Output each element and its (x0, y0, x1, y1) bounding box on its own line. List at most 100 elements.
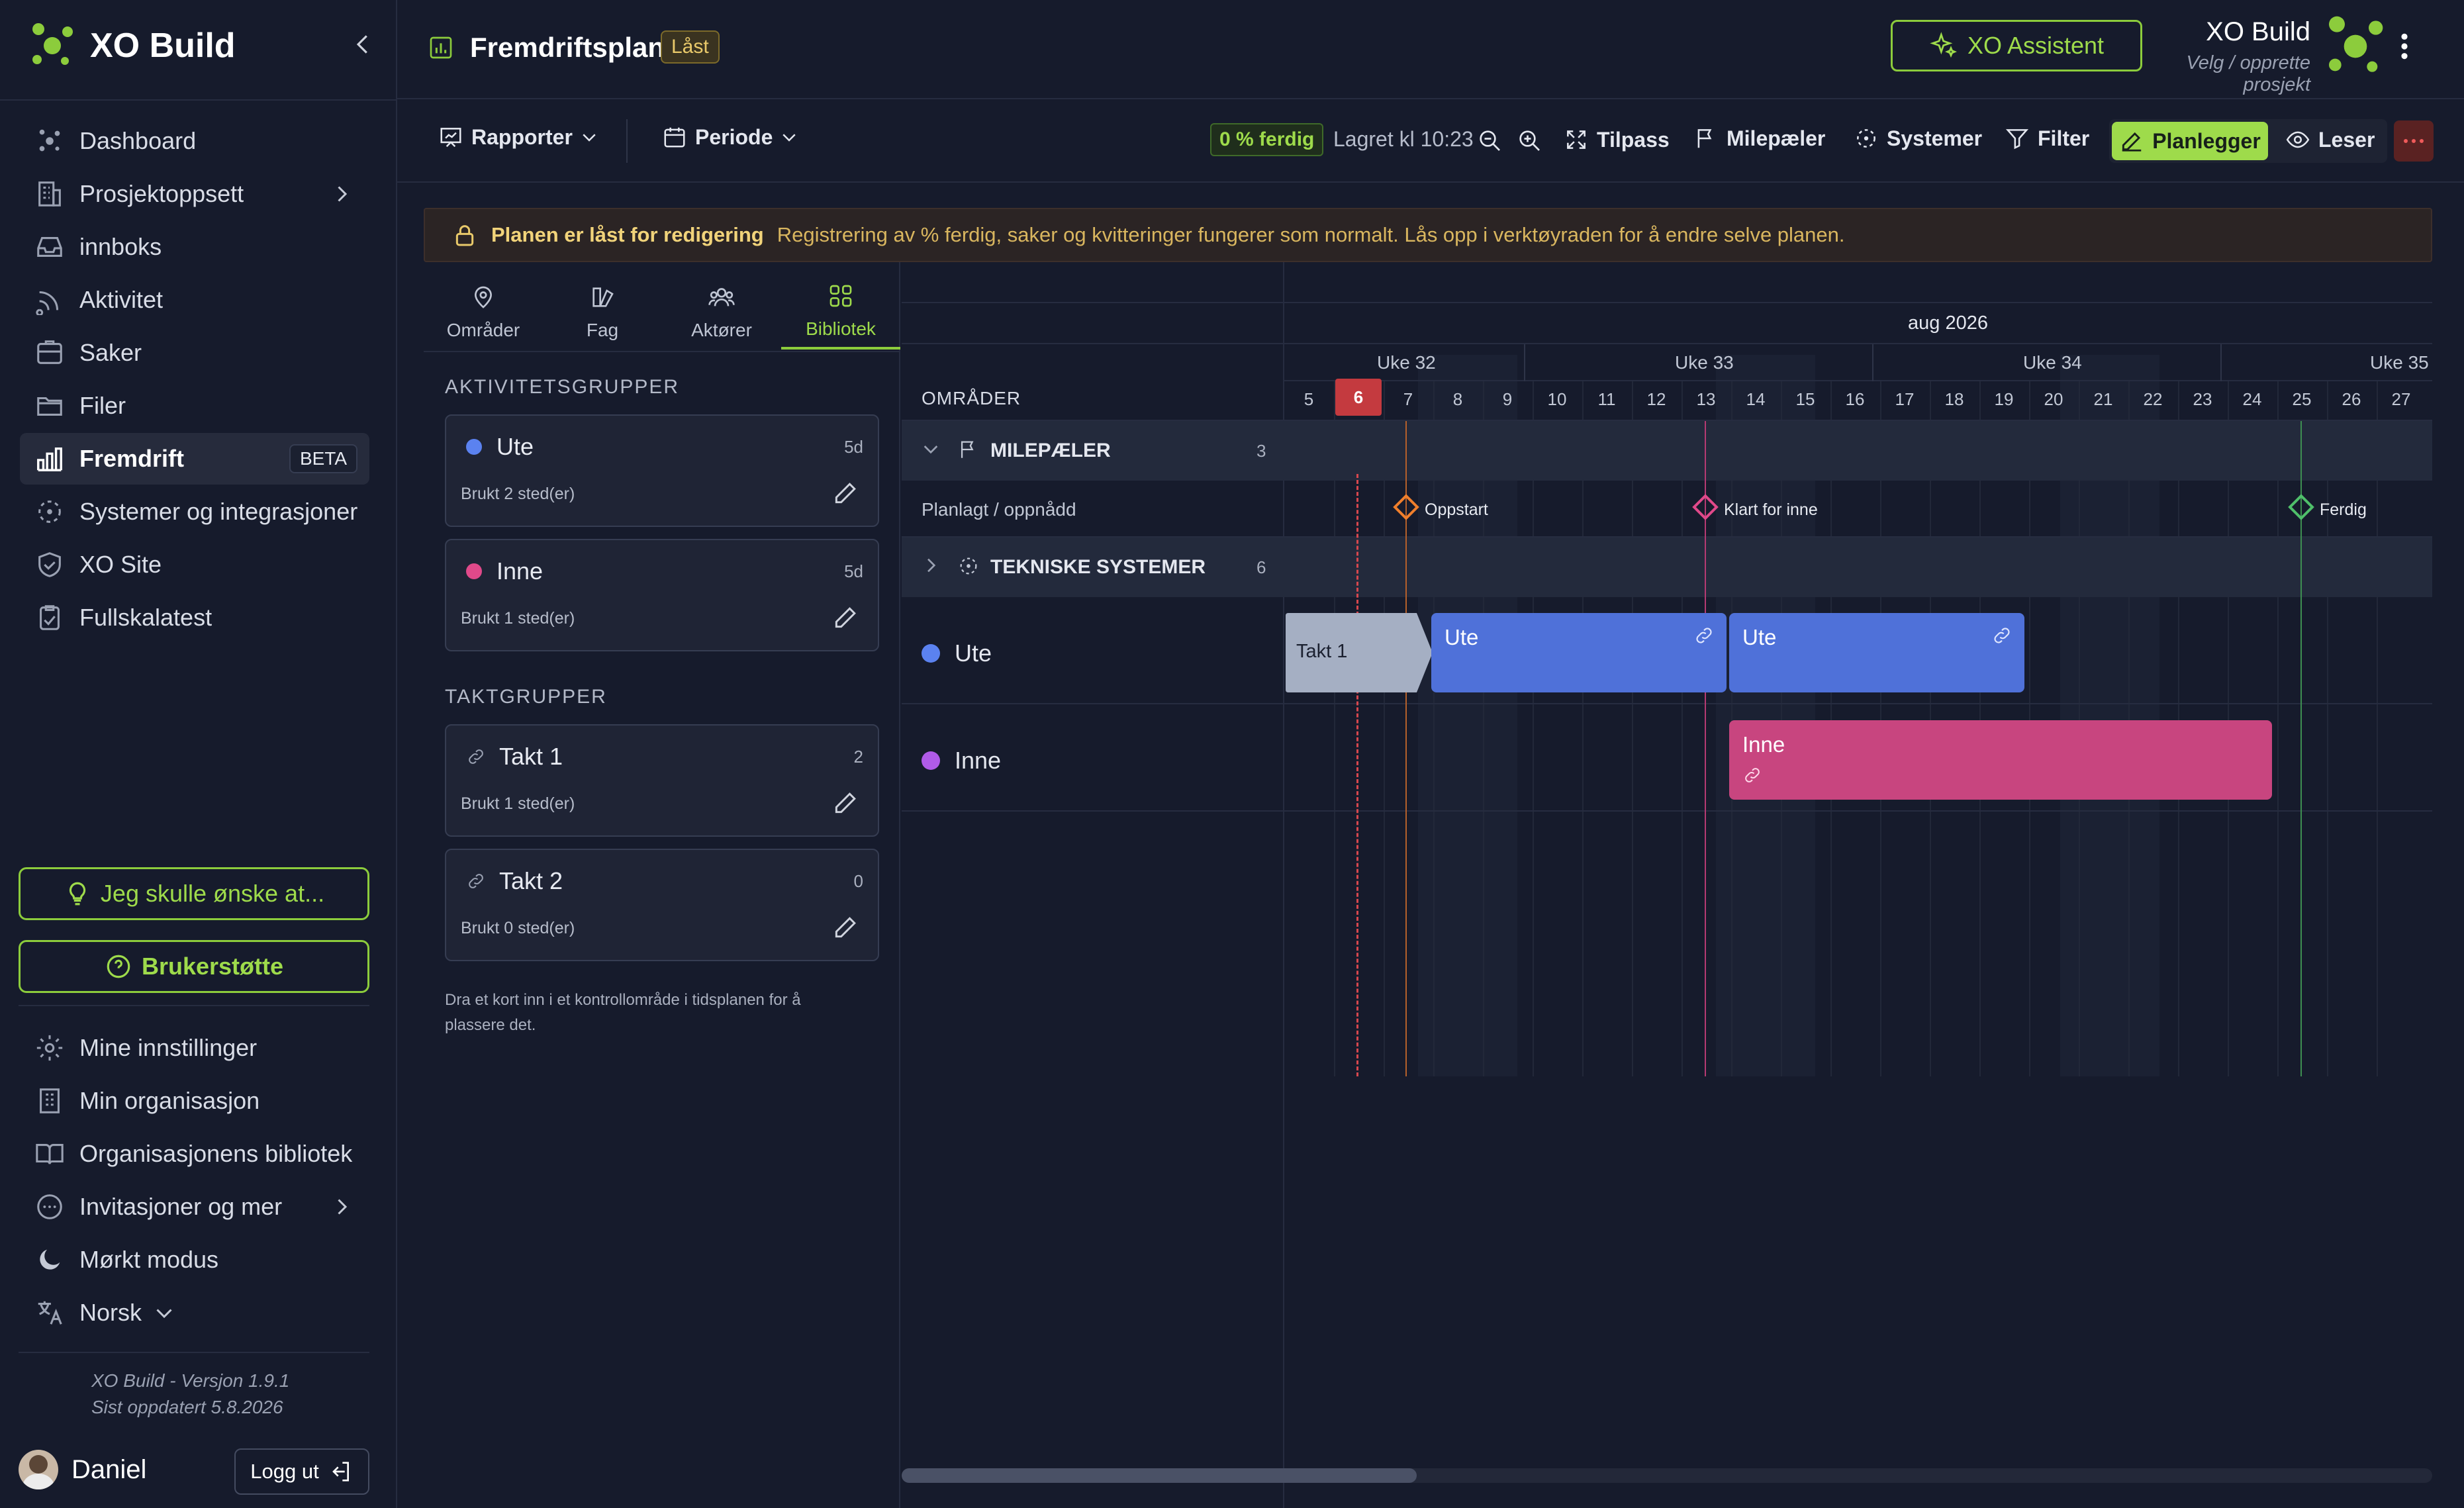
systems-button[interactable]: Systemer (1854, 126, 1982, 151)
progress-badge: 0 % ferdig (1210, 123, 1324, 156)
activity-bar-inne[interactable]: Inne (1729, 720, 2272, 800)
tab-omrader[interactable]: Områder (424, 275, 543, 350)
sidebar-item-fremdrift[interactable]: Fremdrift BETA (20, 433, 369, 485)
systems-icon (960, 557, 977, 575)
edit-icon[interactable] (831, 478, 861, 507)
takt-group-card[interactable]: Takt 1 2 Brukt 1 sted(er) (445, 724, 879, 837)
sidebar-item-label: Filer (79, 392, 126, 419)
day-gridline (2277, 381, 2279, 1076)
report-icon (440, 128, 461, 148)
sidebar-item-organization[interactable]: Min organisasjon (20, 1075, 369, 1127)
card-count: 2 (853, 747, 863, 767)
link-icon (469, 874, 483, 888)
lightbulb-icon (69, 882, 85, 906)
tab-fag[interactable]: Fag (543, 275, 662, 350)
sidebar-item-label: Mørkt modus (79, 1246, 219, 1273)
gear-icon (36, 1035, 63, 1061)
sidebar-item-aktivitet[interactable]: Aktivitet (20, 274, 369, 326)
divider (902, 343, 2432, 344)
milestone-diamond[interactable] (1692, 494, 1719, 520)
zoom-in-icon[interactable] (1516, 127, 1542, 154)
app-logo[interactable]: XO Build (26, 20, 236, 71)
banner-title: Planen er låst for redigering (491, 223, 764, 246)
sidebar: XO Build Dashboard Prosjektoppsett innbo… (0, 0, 397, 1508)
tab-bibliotek[interactable]: Bibliotek (781, 275, 900, 350)
activity-bar-ute[interactable]: Ute (1729, 613, 2024, 692)
day-number: 27 (2391, 389, 2411, 409)
sidebar-item-fullskalatest[interactable]: Fullskalatest (20, 592, 369, 643)
xo-logo-icon (32, 23, 73, 65)
assistant-button[interactable]: XO Assistent (1891, 20, 2142, 71)
milestones-group-row[interactable] (902, 421, 2432, 481)
row-name: Ute (955, 639, 992, 667)
zoom-out-icon[interactable] (1476, 127, 1503, 154)
reports-dropdown[interactable]: Rapporter (438, 124, 599, 150)
language-icon (38, 1301, 62, 1325)
chevron-right-icon[interactable] (920, 555, 941, 576)
logout-button[interactable]: Logg ut (234, 1448, 369, 1495)
sidebar-item-library[interactable]: Organisasjonens bibliotek (20, 1128, 369, 1180)
sidebar-item-saker[interactable]: Saker (20, 327, 369, 379)
filter-button[interactable]: Filter (2005, 126, 2089, 151)
card-label: Ute (497, 433, 534, 460)
row-label-ute[interactable]: Ute (922, 639, 992, 667)
bar-label: Ute (1445, 625, 1479, 649)
systems-count: 6 (1256, 557, 1266, 577)
sidebar-item-dark-mode[interactable]: Mørkt modus (20, 1234, 369, 1286)
card-name: Takt 1 (466, 743, 563, 771)
link-icon (469, 749, 483, 764)
collapse-sidebar-icon[interactable] (351, 32, 376, 57)
divider (1284, 380, 2432, 381)
row-label-inne[interactable]: Inne (922, 747, 1001, 775)
fit-button[interactable]: Tilpass (1564, 127, 1670, 152)
sidebar-item-prosjektoppsett[interactable]: Prosjektoppsett (20, 168, 369, 220)
sidebar-item-settings[interactable]: Mine innstillinger (20, 1022, 369, 1074)
support-button[interactable]: Brukerstøtte (19, 940, 369, 993)
today-marker: 6 (1335, 379, 1382, 416)
activity-bar-ute[interactable]: Ute (1431, 613, 1727, 692)
activity-icon (36, 291, 59, 315)
sidebar-item-invitations[interactable]: Invitasjoner og mer (20, 1181, 369, 1233)
sidebar-item-systemer[interactable]: Systemer og integrasjoner (20, 486, 369, 538)
sidebar-item-innboks[interactable]: innboks (20, 221, 369, 273)
project-hint: Velg / opprette prosjekt (2186, 52, 2310, 95)
tab-label: Fag (586, 320, 619, 340)
divider (19, 1352, 369, 1353)
sidebar-item-dashboard[interactable]: Dashboard (20, 115, 369, 167)
link-icon (1696, 628, 1712, 643)
building-icon (38, 181, 61, 207)
sidebar-item-filer[interactable]: Filer (20, 380, 369, 432)
activity-group-card[interactable]: Inne 5d Brukt 1 sted(er) (445, 539, 879, 651)
edit-icon[interactable] (831, 788, 861, 817)
reader-label: Leser (2318, 127, 2375, 152)
sidebar-item-label: XO Site (79, 551, 162, 578)
period-dropdown[interactable]: Periode (662, 124, 799, 150)
edit-icon[interactable] (831, 602, 861, 632)
horizontal-scrollbar-thumb[interactable] (902, 1468, 1417, 1483)
wish-button[interactable]: Jeg skulle ønske at... (19, 867, 369, 920)
tab-aktorer[interactable]: Aktører (662, 275, 781, 350)
takt-bar[interactable]: Takt 1 (1286, 613, 1433, 692)
sidebar-item-xo-site[interactable]: XO Site (20, 539, 369, 590)
project-selector[interactable]: XO Build Velg / opprette prosjekt (2118, 17, 2310, 96)
filter-icon (2005, 129, 2029, 150)
edit-icon[interactable] (831, 912, 861, 941)
milestones-button[interactable]: Milepæler (1693, 126, 1825, 151)
avatar[interactable] (19, 1450, 58, 1489)
link-icon (1994, 628, 2010, 643)
more-options-button[interactable] (2394, 120, 2434, 162)
activity-group-card[interactable]: Ute 5d Brukt 2 sted(er) (445, 414, 879, 527)
color-dot (466, 439, 482, 455)
milestone-diamond[interactable] (1393, 494, 1419, 520)
users-icon (708, 288, 735, 306)
chevron-down-icon[interactable] (920, 438, 941, 459)
divider (902, 810, 2432, 812)
milestone-diamond[interactable] (2288, 494, 2314, 520)
reader-mode-button[interactable]: Leser (2285, 127, 2375, 152)
milestones-count: 3 (1256, 441, 1266, 461)
more-vertical-icon[interactable] (2396, 32, 2412, 61)
planner-mode-button[interactable]: Planlegger (2112, 122, 2268, 160)
takt-group-card[interactable]: Takt 2 0 Brukt 0 sted(er) (445, 849, 879, 961)
day-number: 24 (2242, 389, 2262, 409)
sidebar-item-language[interactable]: Norsk (20, 1287, 369, 1339)
